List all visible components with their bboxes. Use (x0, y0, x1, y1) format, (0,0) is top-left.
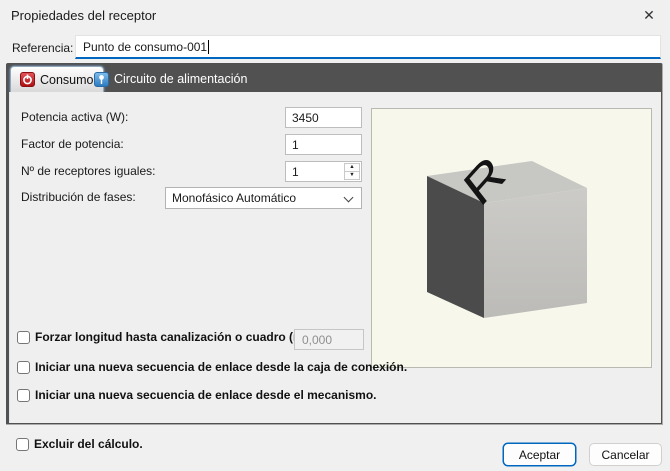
tab-strip: Consumo Circuito de alimentación (6, 63, 662, 92)
tab-control: Consumo Circuito de alimentación Potenci… (6, 63, 663, 425)
spinner-down-icon[interactable]: ▼ (344, 172, 360, 180)
checkbox-box[interactable] (17, 331, 30, 344)
forzar-longitud-input: 0,000 (294, 329, 364, 350)
receiver-3d-preview: R (371, 108, 652, 368)
secuencia-mecanismo-label: Iniciar una nueva secuencia de enlace de… (35, 388, 377, 402)
distribucion-fases-value: Monofásico Automático (172, 191, 296, 205)
accept-button[interactable]: Aceptar (503, 443, 576, 466)
dialog-title: Propiedades del receptor (11, 8, 156, 23)
cube-graphic: R (372, 109, 651, 367)
receiver-properties-dialog: Propiedades del receptor ✕ Referencia: P… (0, 0, 670, 471)
potencia-activa-input[interactable]: 3450 (285, 107, 362, 128)
distribucion-fases-label: Distribución de fases: (21, 187, 136, 208)
secuencia-caja-conexion-checkbox[interactable]: Iniciar una nueva secuencia de enlace de… (17, 360, 407, 374)
potencia-activa-label: Potencia activa (W): (21, 107, 128, 128)
forzar-longitud-value: 0,000 (302, 333, 332, 347)
potencia-activa-value: 3450 (292, 111, 319, 125)
checkbox-box[interactable] (17, 361, 30, 374)
tab-circuito-alimentacion[interactable]: Circuito de alimentación (85, 66, 256, 92)
forzar-longitud-label: Forzar longitud hasta canalización o cua… (35, 330, 312, 344)
factor-potencia-input[interactable]: 1 (285, 134, 362, 155)
reference-input[interactable]: Punto de consumo-001 (75, 35, 661, 59)
reference-value: Punto de consumo-001 (83, 40, 207, 54)
consumo-tab-panel: Potencia activa (W): 3450 Factor de pote… (9, 92, 661, 423)
reference-label: Referencia: (12, 41, 73, 55)
secuencia-caja-conexion-label: Iniciar una nueva secuencia de enlace de… (35, 360, 407, 374)
excluir-calculo-checkbox[interactable]: Excluir del cálculo. (16, 437, 143, 451)
spinner: ▲ ▼ (344, 163, 360, 180)
pin-icon (94, 72, 109, 87)
cancel-button[interactable]: Cancelar (589, 443, 662, 466)
factor-potencia-label: Factor de potencia: (21, 134, 124, 155)
power-icon (20, 72, 35, 87)
text-caret (208, 40, 209, 54)
forzar-longitud-checkbox[interactable]: Forzar longitud hasta canalización o cua… (17, 330, 312, 344)
tab-circuito-label: Circuito de alimentación (114, 72, 247, 86)
titlebar: Propiedades del receptor ✕ (0, 0, 670, 30)
chevron-down-icon (344, 193, 354, 203)
distribucion-fases-select[interactable]: Monofásico Automático (165, 187, 362, 209)
checkbox-box[interactable] (17, 389, 30, 402)
close-icon[interactable]: ✕ (634, 4, 664, 26)
num-receptores-input[interactable]: 1 ▲ ▼ (285, 161, 362, 182)
spinner-up-icon[interactable]: ▲ (344, 163, 360, 172)
secuencia-mecanismo-checkbox[interactable]: Iniciar una nueva secuencia de enlace de… (17, 388, 377, 402)
checkbox-box[interactable] (16, 438, 29, 451)
excluir-calculo-label: Excluir del cálculo. (34, 437, 143, 451)
factor-potencia-value: 1 (292, 138, 299, 152)
num-receptores-label: Nº de receptores iguales: (21, 161, 155, 182)
num-receptores-value: 1 (292, 165, 299, 179)
